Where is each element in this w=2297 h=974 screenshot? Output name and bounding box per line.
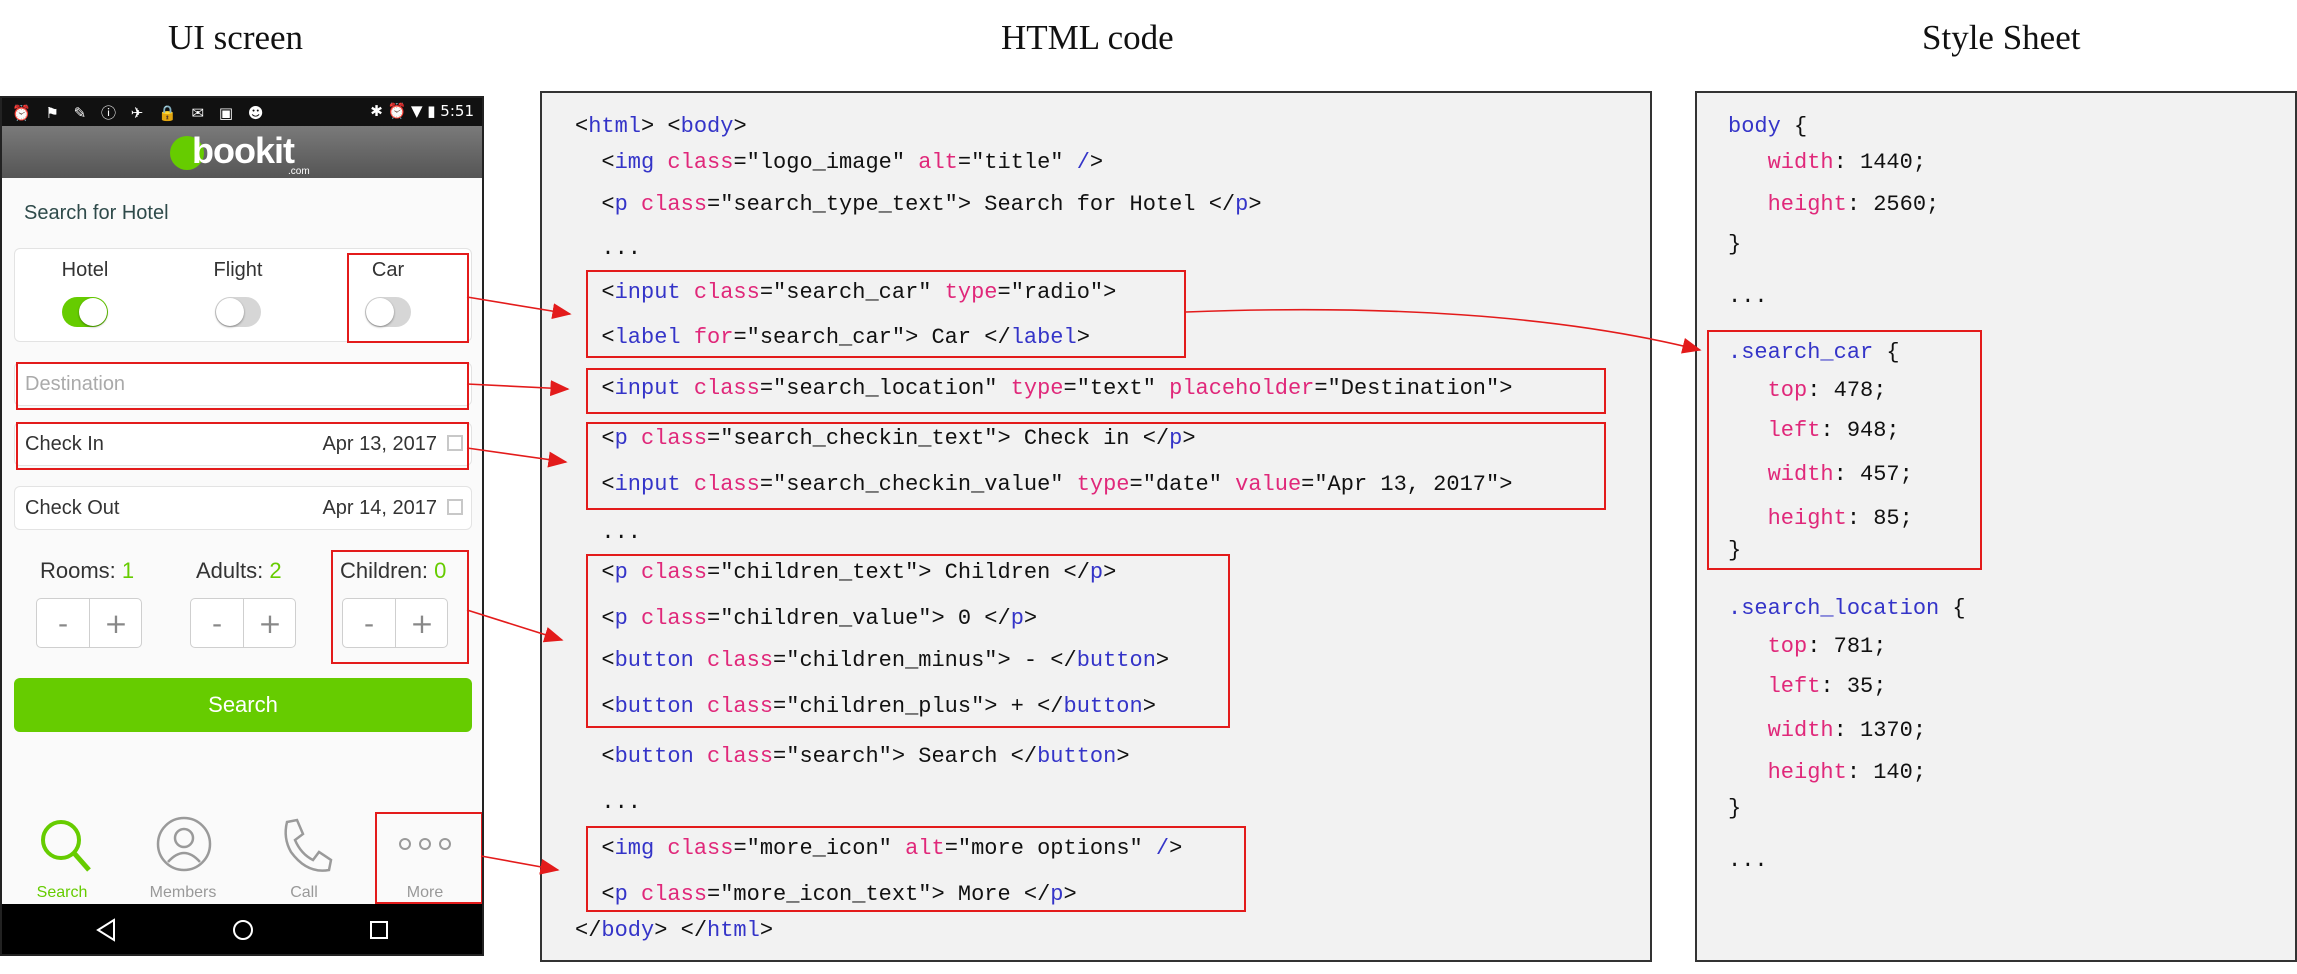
arrow-checkin (466, 447, 568, 468)
arrow-car-style (1185, 308, 1702, 354)
arrow-location (466, 380, 570, 397)
arrow-more (480, 855, 560, 875)
arrow-car (466, 296, 572, 320)
connector-arrows (466, 296, 1702, 875)
arrow-children (466, 609, 564, 643)
